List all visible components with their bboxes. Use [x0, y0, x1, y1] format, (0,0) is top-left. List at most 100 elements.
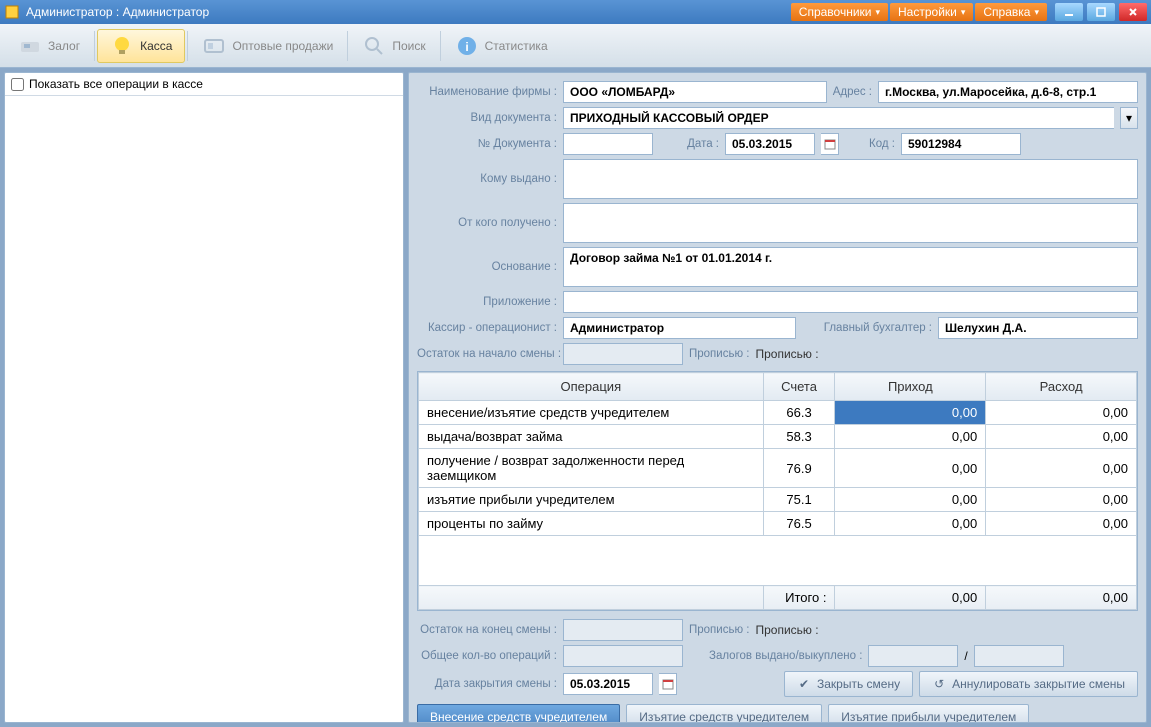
close-shift-button[interactable]: ✔ Закрыть смену: [784, 671, 913, 697]
label-pawns: Залогов выдано/выкуплено :: [709, 650, 862, 662]
cell-income[interactable]: 0,00: [835, 488, 986, 512]
doctype-dropdown-button[interactable]: ▾: [1120, 107, 1138, 129]
label-address: Адрес :: [833, 86, 872, 98]
col-expense[interactable]: Расход: [986, 373, 1137, 401]
operations-list-panel: Показать все операции в кассе: [4, 72, 404, 723]
cancel-close-shift-button[interactable]: ↺ Аннулировать закрытие смены: [919, 671, 1138, 697]
field-address[interactable]: г.Москва, ул.Маросейка, д.6-8, стр.1: [878, 81, 1138, 103]
profit-withdraw-button[interactable]: Изъятие прибыли учредителем: [828, 704, 1029, 723]
label-date: Дата :: [659, 138, 719, 150]
total-expense: 0,00: [986, 586, 1137, 610]
cell-operation[interactable]: изъятие прибыли учредителем: [419, 488, 764, 512]
table-row[interactable]: изъятие прибыли учредителем75.10,000,00: [419, 488, 1137, 512]
cell-operation[interactable]: проценты по займу: [419, 512, 764, 536]
table-row[interactable]: выдача/возврат займа58.30,000,00: [419, 425, 1137, 449]
date-picker-button[interactable]: [821, 133, 839, 155]
col-accounts[interactable]: Счета: [763, 373, 835, 401]
show-all-checkbox[interactable]: [11, 78, 24, 91]
field-firm[interactable]: ООО «ЛОМБАРД»: [563, 81, 827, 103]
cell-account[interactable]: 76.9: [763, 449, 835, 488]
window-title: Администратор : Администратор: [26, 5, 791, 19]
total-label: Итого :: [763, 586, 835, 610]
cell-income[interactable]: 0,00: [835, 401, 986, 425]
label-end-balance: Остаток на конец смены :: [417, 624, 557, 636]
table-row[interactable]: внесение/изъятие средств учредителем66.3…: [419, 401, 1137, 425]
cell-income[interactable]: 0,00: [835, 512, 986, 536]
field-code[interactable]: [901, 133, 1021, 155]
cell-income[interactable]: 0,00: [835, 449, 986, 488]
document-form: Наименование фирмы : ООО «ЛОМБАРД» Адрес…: [408, 72, 1147, 723]
cell-account[interactable]: 66.3: [763, 401, 835, 425]
label-close-date: Дата закрытия смены :: [417, 678, 557, 690]
info-icon: i: [455, 34, 479, 58]
field-pawns-out: [868, 645, 958, 667]
label-in-words2: Прописью :: [689, 624, 749, 636]
cell-expense[interactable]: 0,00: [986, 512, 1137, 536]
cell-account[interactable]: 58.3: [763, 425, 835, 449]
label-firm: Наименование фирмы :: [417, 86, 557, 98]
field-pawns-back: [974, 645, 1064, 667]
grid-empty-area: [419, 536, 1137, 586]
label-start-balance: Остаток на начало смены :: [417, 348, 557, 360]
deposit-button[interactable]: Внесение средств учредителем: [417, 704, 620, 723]
field-to-whom[interactable]: [563, 159, 1138, 199]
search-icon: [362, 34, 386, 58]
in-words-value: Прописью :: [755, 347, 818, 361]
tab-kassa[interactable]: Касса: [97, 29, 185, 63]
field-chief-acc[interactable]: Шелухин Д.А.: [938, 317, 1138, 339]
show-all-label: Показать все операции в кассе: [29, 77, 203, 91]
menu-settings[interactable]: Настройки: [890, 3, 973, 21]
col-income[interactable]: Приход: [835, 373, 986, 401]
chevron-down-icon: ▾: [1126, 111, 1132, 125]
field-docnum[interactable]: [563, 133, 653, 155]
in-words2-value: Прописью :: [755, 623, 818, 637]
field-end-balance: [563, 619, 683, 641]
cell-expense[interactable]: 0,00: [986, 449, 1137, 488]
col-operation[interactable]: Операция: [419, 373, 764, 401]
tab-statistics[interactable]: i Статистика: [443, 30, 560, 62]
minimize-button[interactable]: [1055, 3, 1083, 21]
tab-search[interactable]: Поиск: [350, 30, 437, 62]
label-total-ops: Общее кол-во операций :: [417, 650, 557, 662]
close-date-picker-button[interactable]: [659, 673, 677, 695]
menu-directories[interactable]: Справочники: [791, 3, 888, 21]
cell-expense[interactable]: 0,00: [986, 425, 1137, 449]
table-row[interactable]: получение / возврат задолженности перед …: [419, 449, 1137, 488]
tab-zalog[interactable]: Залог: [6, 30, 92, 62]
cell-operation[interactable]: внесение/изъятие средств учредителем: [419, 401, 764, 425]
field-cashier[interactable]: Администратор: [563, 317, 796, 339]
close-button[interactable]: [1119, 3, 1147, 21]
withdraw-button[interactable]: Изъятие средств учредителем: [626, 704, 822, 723]
label-doctype: Вид документа :: [417, 112, 557, 124]
label-appendix: Приложение :: [417, 296, 557, 308]
cell-account[interactable]: 76.5: [763, 512, 835, 536]
cell-account[interactable]: 75.1: [763, 488, 835, 512]
label-chief-acc: Главный бухгалтер :: [802, 322, 932, 334]
cell-expense[interactable]: 0,00: [986, 401, 1137, 425]
svg-text:i: i: [465, 40, 468, 54]
table-row[interactable]: проценты по займу76.50,000,00: [419, 512, 1137, 536]
label-docnum: № Документа :: [417, 138, 557, 150]
menu-help[interactable]: Справка: [975, 3, 1047, 21]
field-basis[interactable]: Договор займа №1 от 01.01.2014 г.: [563, 247, 1138, 287]
label-from-whom: От кого получено :: [417, 217, 557, 229]
main-toolbar: Залог Касса Оптовые продажи Поиск i Стат…: [0, 24, 1151, 68]
cell-income[interactable]: 0,00: [835, 425, 986, 449]
field-close-date[interactable]: [563, 673, 653, 695]
label-code: Код :: [845, 138, 895, 150]
field-total-ops: [563, 645, 683, 667]
field-appendix[interactable]: [563, 291, 1138, 313]
field-from-whom[interactable]: [563, 203, 1138, 243]
field-date[interactable]: [725, 133, 815, 155]
maximize-button[interactable]: [1087, 3, 1115, 21]
cell-operation[interactable]: получение / возврат задолженности перед …: [419, 449, 764, 488]
calendar-icon: [824, 138, 836, 150]
field-doctype[interactable]: ПРИХОДНЫЙ КАССОВЫЙ ОРДЕР: [563, 107, 1114, 129]
tab-wholesale[interactable]: Оптовые продажи: [190, 30, 345, 62]
titlebar: Администратор : Администратор Справочник…: [0, 0, 1151, 24]
total-spacer: [419, 586, 764, 610]
wholesale-icon: [202, 34, 226, 58]
cell-expense[interactable]: 0,00: [986, 488, 1137, 512]
cell-operation[interactable]: выдача/возврат займа: [419, 425, 764, 449]
pawn-slash: /: [964, 649, 967, 663]
